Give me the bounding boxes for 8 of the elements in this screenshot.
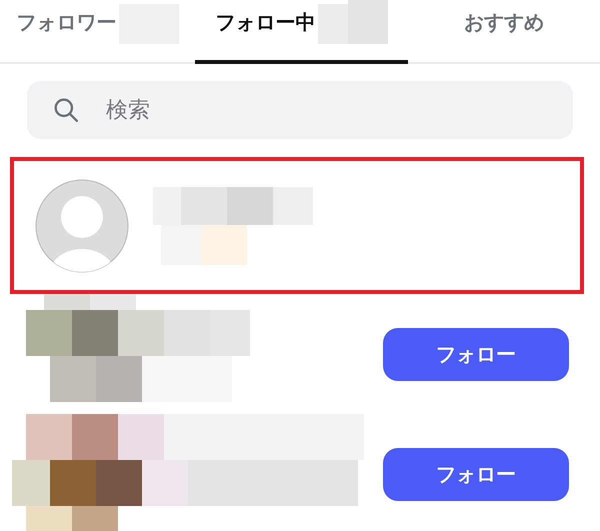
tab[interactable]: フォロー中: [195, 0, 408, 64]
search-field[interactable]: 検索: [27, 81, 573, 139]
avatar-icon: [35, 178, 129, 272]
tab[interactable]: おすすめ: [408, 0, 600, 64]
follow-button[interactable]: フォロー: [383, 328, 569, 380]
tab[interactable]: フォロワー: [0, 0, 195, 64]
follow-button[interactable]: フォロー: [383, 448, 569, 500]
search-icon: [53, 97, 79, 123]
